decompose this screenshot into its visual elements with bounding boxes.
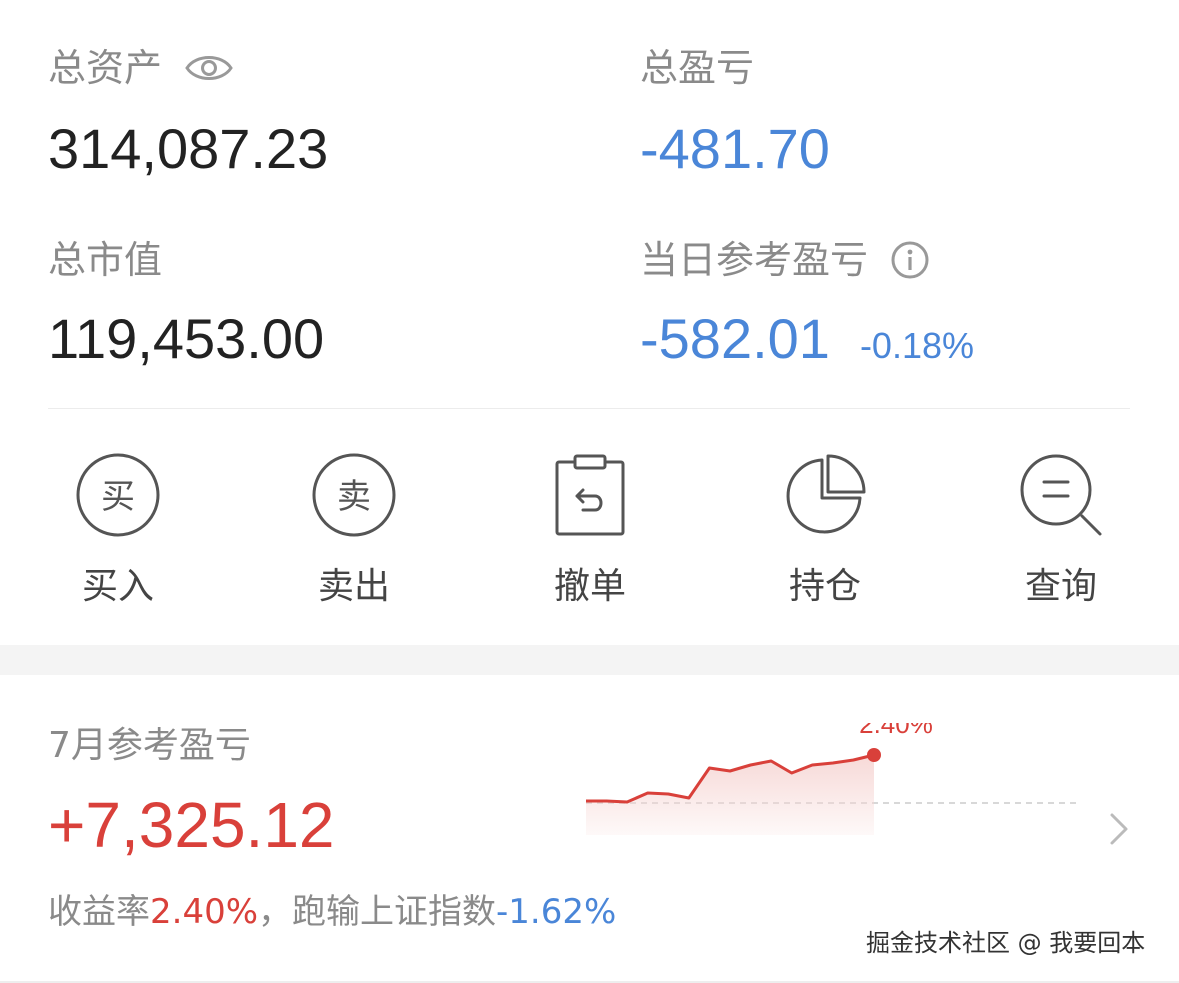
market-value-label: 总市值 <box>48 238 163 282</box>
total-pl-label: 总盈亏 <box>640 46 755 90</box>
total-assets-label: 总资产 <box>48 46 163 90</box>
buy-button[interactable]: 买 买入 <box>48 450 188 610</box>
cancel-order-label: 撤单 <box>553 566 626 607</box>
sparkline-last-label: 2.40% <box>859 723 933 739</box>
return-value: 2.40% <box>150 892 259 932</box>
sell-button[interactable]: 卖 卖出 <box>284 450 424 610</box>
query-label: 查询 <box>1024 566 1097 607</box>
monthly-sparkline: 2.40% <box>586 723 1076 835</box>
buy-icon-char: 买 <box>101 477 135 517</box>
compare-label: 跑输上证指数 <box>292 892 497 932</box>
market-value: 总市值 119,453.00 <box>48 234 324 374</box>
info-icon[interactable] <box>890 240 930 280</box>
today-pl-percent: -0.18% <box>859 325 975 366</box>
total-assets: 总资产 314,087.23 <box>48 42 328 184</box>
assets-summary: 总资产 314,087.23 总盈亏 -481.70 总市值 119,453.0… <box>0 0 1179 645</box>
total-profit-loss: 总盈亏 -481.70 <box>640 42 830 184</box>
chevron-right-icon[interactable] <box>1104 809 1134 849</box>
eye-icon[interactable] <box>184 50 234 86</box>
watermark: 掘金技术社区 @ 我要回本 <box>866 929 1146 957</box>
cancel-order-icon <box>545 450 635 540</box>
sell-icon: 卖 <box>309 450 399 540</box>
search-icon <box>1016 450 1106 540</box>
query-button[interactable]: 查询 <box>991 450 1131 610</box>
section-gap <box>0 645 1179 675</box>
sell-icon-char: 卖 <box>337 477 371 517</box>
total-assets-value: 314,087.23 <box>48 117 329 180</box>
sparkline-last-point <box>867 748 881 762</box>
trading-account-page: 总资产 314,087.23 总盈亏 -481.70 总市值 119,453.0… <box>0 0 1179 983</box>
buy-label: 买入 <box>81 566 154 607</box>
action-bar: 买 买入 卖 卖出 撤单 持仓 查询 <box>0 450 1179 610</box>
monthly-pl-card[interactable]: 7月参考盈亏 +7,325.12 收益率2.40%，跑输上证指数-1.62% 2… <box>0 675 1179 983</box>
cancel-order-button[interactable]: 撤单 <box>520 450 660 610</box>
holdings-button[interactable]: 持仓 <box>755 450 895 610</box>
monthly-pl-label: 7月参考盈亏 <box>48 725 251 766</box>
pie-chart-icon <box>780 450 870 540</box>
compare-value: -1.62% <box>496 892 617 932</box>
sell-label: 卖出 <box>317 566 390 607</box>
total-pl-value: -481.70 <box>640 117 830 180</box>
today-profit-loss: 当日参考盈亏 -582.01 -0.18% <box>640 234 974 381</box>
monthly-return-line: 收益率2.40%，跑输上证指数-1.62% <box>48 889 616 935</box>
buy-icon: 买 <box>73 450 163 540</box>
today-pl-label: 当日参考盈亏 <box>640 238 869 282</box>
today-pl-value: -582.01 <box>640 307 830 370</box>
divider <box>48 408 1130 409</box>
return-separator: ， <box>258 892 293 932</box>
monthly-pl-value: +7,325.12 <box>48 789 335 861</box>
market-value-value: 119,453.00 <box>48 307 325 370</box>
sparkline-area <box>586 755 874 835</box>
return-label: 收益率 <box>48 892 150 932</box>
holdings-label: 持仓 <box>788 566 861 607</box>
